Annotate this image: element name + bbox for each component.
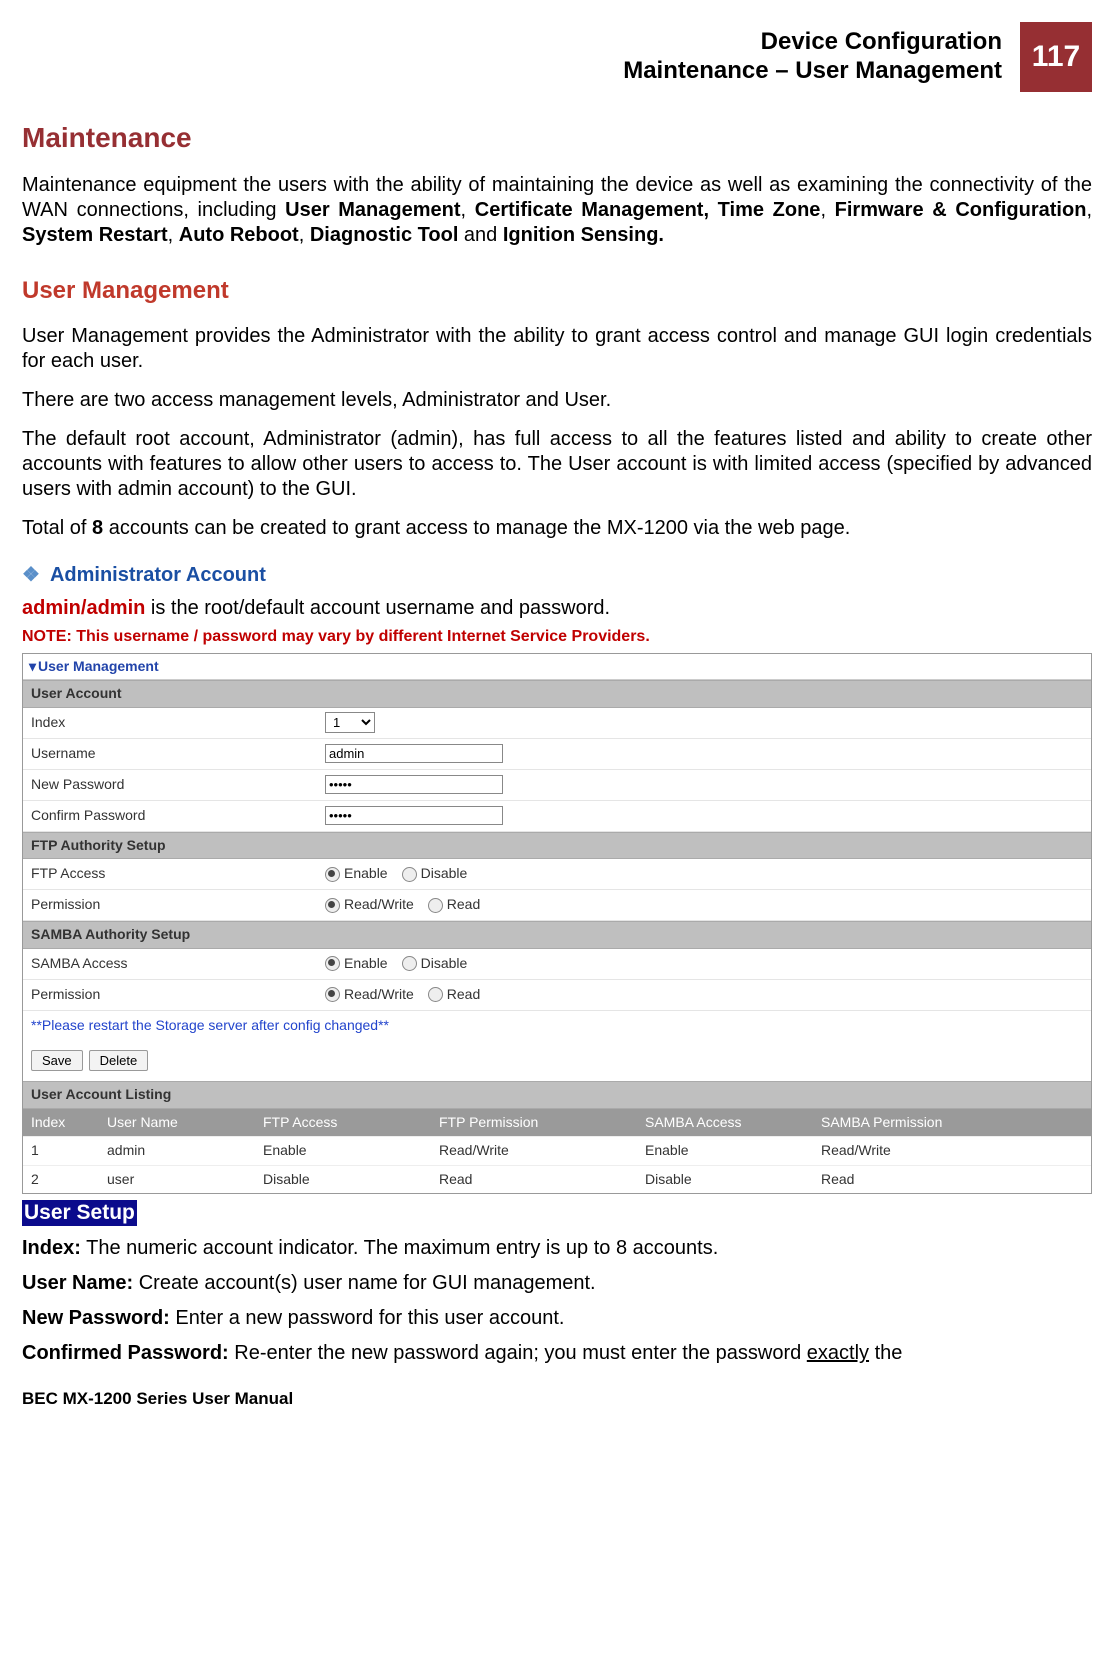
col-samba-permission: SAMBA Permission (813, 1109, 1091, 1137)
label-samba-access: SAMBA Access (23, 950, 319, 978)
user-setup-heading: User Setup (22, 1200, 1092, 1226)
header-line-1: Device Configuration (623, 28, 1002, 57)
samba-access-disable-radio[interactable] (402, 956, 417, 971)
ftp-perm-rw-radio[interactable] (325, 898, 340, 913)
user-management-panel: ▾User Management User Account Index 1 Us… (22, 653, 1092, 1195)
header-line-2: Maintenance – User Management (623, 57, 1002, 86)
row-index: Index 1 (23, 708, 1091, 739)
label-ftp-permission: Permission (23, 891, 319, 919)
isp-note: NOTE: This username / password may vary … (22, 627, 1092, 647)
label-index: Index (23, 709, 319, 737)
row-ftp-permission: Permission Read/Write Read (23, 890, 1091, 921)
table-row: 1 admin Enable Read/Write Enable Read/Wr… (23, 1136, 1091, 1165)
heading-maintenance: Maintenance (22, 120, 1092, 155)
intro-paragraph: Maintenance equipment the users with the… (22, 173, 1092, 248)
row-samba-permission: Permission Read/Write Read (23, 980, 1091, 1011)
ftp-access-enable-radio[interactable] (325, 867, 340, 882)
diamond-bullet-icon: ❖ (22, 564, 40, 586)
ftp-access-disable-radio[interactable] (402, 867, 417, 882)
button-row: Save Delete (23, 1040, 1091, 1081)
username-input[interactable] (325, 744, 503, 763)
samba-access-enable-radio[interactable] (325, 956, 340, 971)
def-user-name: User Name: Create account(s) user name f… (22, 1271, 1092, 1296)
label-new-password: New Password (23, 771, 319, 799)
label-username: Username (23, 740, 319, 768)
samba-perm-rw-radio[interactable] (325, 987, 340, 1002)
ftp-perm-read-radio[interactable] (428, 898, 443, 913)
listing-header-row: Index User Name FTP Access FTP Permissio… (23, 1109, 1091, 1137)
um-paragraph-1: User Management provides the Administrat… (22, 324, 1092, 374)
label-ftp-access: FTP Access (23, 860, 319, 888)
row-new-password: New Password (23, 770, 1091, 801)
section-samba-setup: SAMBA Authority Setup (23, 921, 1091, 949)
heading-user-management: User Management (22, 276, 1092, 306)
panel-title: ▾User Management (23, 654, 1091, 681)
row-ftp-access: FTP Access Enable Disable (23, 859, 1091, 890)
confirm-password-input[interactable] (325, 806, 503, 825)
um-paragraph-4: Total of 8 accounts can be created to gr… (22, 516, 1092, 541)
row-samba-access: SAMBA Access Enable Disable (23, 949, 1091, 980)
col-user-name: User Name (99, 1109, 255, 1137)
def-new-password: New Password: Enter a new password for t… (22, 1306, 1092, 1331)
new-password-input[interactable] (325, 775, 503, 794)
def-index: Index: The numeric account indicator. Th… (22, 1236, 1092, 1261)
page-header: Device Configuration Maintenance – User … (22, 22, 1092, 92)
user-setup-chip: User Setup (22, 1200, 137, 1226)
restart-storage-note: **Please restart the Storage server afte… (23, 1011, 1091, 1041)
um-paragraph-2: There are two access management levels, … (22, 388, 1092, 413)
def-confirmed-password: Confirmed Password: Re-enter the new pas… (22, 1341, 1092, 1366)
col-ftp-permission: FTP Permission (431, 1109, 637, 1137)
label-samba-permission: Permission (23, 981, 319, 1009)
page-number-badge: 117 (1020, 22, 1092, 92)
caret-down-icon: ▾ (29, 658, 36, 674)
section-user-account-listing: User Account Listing (23, 1081, 1091, 1109)
row-confirm-password: Confirm Password (23, 801, 1091, 832)
col-ftp-access: FTP Access (255, 1109, 431, 1137)
header-title-block: Device Configuration Maintenance – User … (623, 22, 1012, 92)
index-select[interactable]: 1 (325, 712, 375, 733)
table-row: 2 user Disable Read Disable Read (23, 1165, 1091, 1194)
section-ftp-setup: FTP Authority Setup (23, 832, 1091, 860)
subheading-administrator-account: ❖Administrator Account (22, 563, 1092, 588)
col-samba-access: SAMBA Access (637, 1109, 813, 1137)
section-user-account: User Account (23, 680, 1091, 708)
label-confirm-password: Confirm Password (23, 802, 319, 830)
delete-button[interactable]: Delete (89, 1050, 149, 1071)
um-paragraph-3: The default root account, Administrator … (22, 427, 1092, 502)
footer-manual-title: BEC MX-1200 Series User Manual (22, 1388, 1092, 1409)
row-username: Username (23, 739, 1091, 770)
samba-perm-read-radio[interactable] (428, 987, 443, 1002)
col-index: Index (23, 1109, 99, 1137)
admin-default-line: admin/admin is the root/default account … (22, 596, 1092, 621)
save-button[interactable]: Save (31, 1050, 83, 1071)
